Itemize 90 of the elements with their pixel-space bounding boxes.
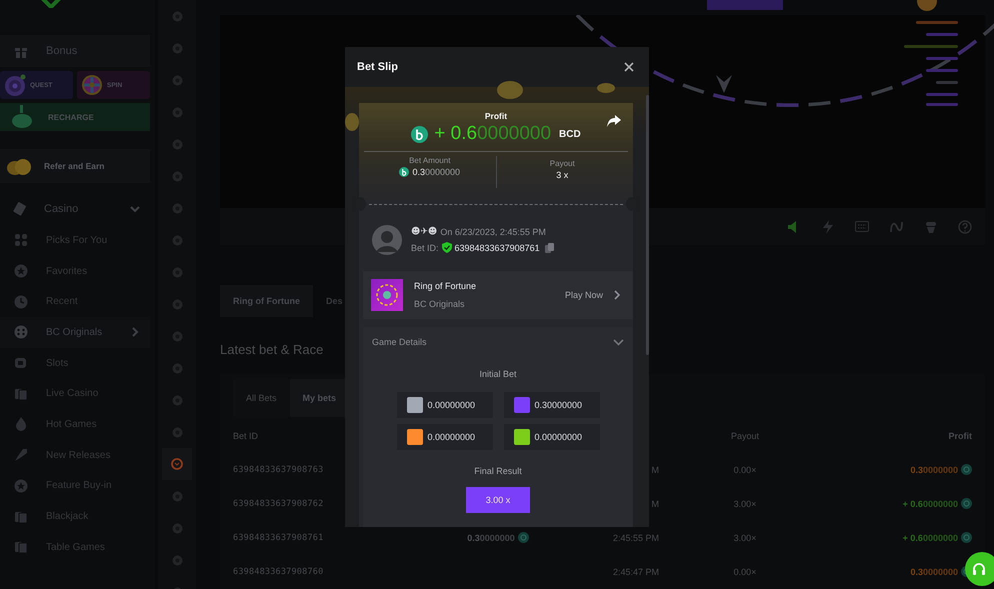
- final-result-label: Final Result: [474, 466, 522, 476]
- column-header: Payout: [730, 430, 760, 441]
- game-name: Ring of Fortune: [414, 281, 476, 291]
- column-header: Profit: [948, 430, 972, 441]
- profit-label: Profit: [484, 111, 508, 121]
- ring-icon[interactable]: [171, 458, 183, 470]
- game-tab[interactable]: Ring of Fortune: [220, 285, 313, 317]
- game-provider: BC Originals: [414, 299, 466, 309]
- coin-icon: [961, 498, 972, 510]
- flame-icon: [14, 417, 28, 432]
- refer-item[interactable]: Refer and Earn: [0, 149, 150, 183]
- bet-tile-amount: 0.30000000: [534, 400, 582, 410]
- cards-icon: [12, 202, 26, 216]
- chevron-icon: [130, 204, 140, 214]
- bet-tile-amount: 0.00000000: [428, 432, 476, 442]
- currency-label: BCD: [559, 128, 581, 140]
- profit-cell: 0.30000000: [910, 464, 958, 475]
- share-icon: [607, 115, 621, 127]
- grid-icon: [14, 233, 28, 248]
- close-button[interactable]: [623, 61, 635, 73]
- bet-id-cell: 63984833637908761: [233, 533, 324, 544]
- coin-icon: [518, 532, 529, 544]
- cards-icon: [14, 540, 28, 554]
- rocket-icon: [14, 448, 28, 462]
- lightning-icon[interactable]: [822, 220, 834, 234]
- play-now-link[interactable]: Play Now: [564, 290, 603, 300]
- player-name: ☻✈☻: [411, 227, 438, 237]
- dice-icon: [14, 325, 28, 340]
- header-button[interactable]: [707, 0, 783, 10]
- cards-icon: [14, 386, 28, 401]
- bet-amount-cell: 0.30000000: [467, 532, 515, 543]
- time-cell: 2:45:55 PM: [612, 532, 659, 543]
- time-cell: M: [652, 464, 659, 475]
- logo-icon: [40, 0, 62, 8]
- headphones-icon: [972, 562, 986, 576]
- close-icon: [624, 62, 634, 72]
- cards-icon: [14, 510, 28, 524]
- profit-cell: + 0.60000000: [902, 532, 958, 543]
- copy-button[interactable]: [544, 242, 554, 252]
- dialog-title: Bet Slip: [357, 61, 398, 73]
- bet-tile-amount: 0.00000000: [534, 432, 582, 442]
- bet-amount-label: Bet Amount: [409, 156, 450, 165]
- column-header: Bet ID: [233, 430, 258, 441]
- shield-icon: [442, 242, 452, 253]
- target-icon: [3, 73, 27, 97]
- profit-cell: 0.30000000: [910, 566, 958, 577]
- bet-date: On 6/23/2023, 2:45:55 PM: [440, 227, 546, 237]
- bet-id-label: Bet ID:: [411, 242, 439, 252]
- bet-id-value: 63984833637908761: [454, 242, 540, 252]
- bet-tile-amount: 0.00000000: [428, 400, 476, 410]
- curve-icon[interactable]: [890, 220, 904, 234]
- payout-cell: 0.00×: [734, 464, 756, 475]
- coin-icon: [961, 464, 972, 476]
- time-cell: M: [652, 498, 659, 509]
- wheel-icon: [80, 73, 104, 97]
- profit-cell: + 0.60000000: [902, 498, 958, 509]
- help-icon[interactable]: [958, 220, 972, 234]
- coin-icon: [411, 126, 428, 142]
- initial-bet-label: Initial Bet: [479, 369, 517, 379]
- payout-cell: 3.00×: [734, 532, 756, 543]
- payout-cell: 3.00×: [734, 498, 756, 509]
- keyboard-icon[interactable]: [855, 221, 869, 232]
- bet-id-cell: 63984833637908760: [233, 567, 324, 578]
- profit-amount: + 0.60000000: [434, 123, 552, 145]
- acorn-icon[interactable]: [925, 220, 937, 234]
- bet-id-cell: 63984833637908763: [233, 465, 324, 476]
- coin-icon: [399, 167, 410, 177]
- bet-amount-value: 0.30000000: [412, 167, 460, 177]
- share-button[interactable]: [607, 115, 621, 127]
- slot-machine-icon: [14, 356, 28, 370]
- bet-id-cell: 63984833637908762: [233, 499, 324, 510]
- game-row[interactable]: Ring of Fortune BC Originals Play Now: [363, 271, 633, 319]
- chevron-icon: [614, 290, 621, 300]
- recharge-item[interactable]: RECHARGE: [0, 103, 150, 131]
- avatar-icon: [372, 225, 402, 255]
- final-result-badge: 3.00 x: [466, 487, 530, 513]
- coin-icon: [961, 532, 972, 544]
- payout-label: Payout: [550, 159, 575, 168]
- star-icon: [14, 478, 28, 493]
- payout-cell: 0.00×: [734, 566, 756, 577]
- section-title: Latest bet & Race: [220, 342, 324, 357]
- scrollbar-thumb[interactable]: [646, 95, 649, 355]
- game-details-header[interactable]: Game Details: [363, 327, 633, 357]
- payout-value: 3 x: [556, 170, 568, 180]
- avatar-icon[interactable]: [916, 0, 938, 12]
- chevron-icon: [613, 338, 624, 346]
- copy-icon: [544, 242, 554, 252]
- time-cell: 2:45:47 PM: [612, 566, 659, 577]
- clock-icon: [14, 294, 28, 309]
- cauldron-icon: [10, 105, 34, 129]
